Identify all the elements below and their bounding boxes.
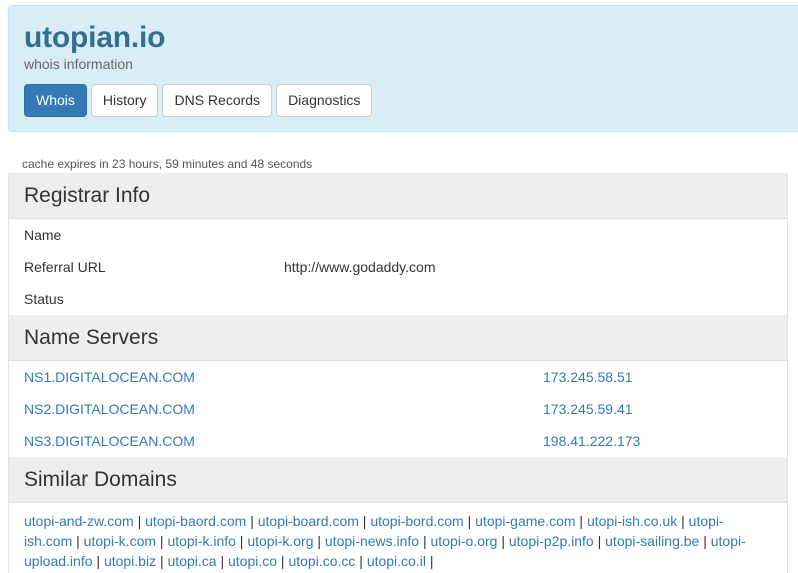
registrar-key: Status [24, 291, 64, 307]
similar-domain-link[interactable]: utopi.co [228, 553, 277, 569]
name-server-row: NS3.DIGITALOCEAN.COM 198.41.222.173 [9, 425, 787, 457]
tab-whois[interactable]: Whois [24, 84, 87, 117]
header-panel: utopian.io whois information Whois Histo… [8, 5, 798, 132]
separator: | [425, 553, 434, 569]
similar-domain-link[interactable]: utopi.co.cc [288, 553, 355, 569]
separator: | [575, 513, 587, 529]
registrar-row-name: Name [9, 219, 787, 251]
similar-domain-link[interactable]: utopi-game.com [475, 513, 575, 529]
separator: | [593, 533, 606, 549]
name-server-ip-link[interactable]: 198.41.222.173 [543, 425, 640, 457]
cache-expiry-text: cache expires in 23 hours, 59 minutes an… [22, 157, 313, 171]
name-server-ip-link[interactable]: 173.245.58.51 [543, 361, 633, 393]
separator: | [277, 553, 289, 569]
name-server-ip-link[interactable]: 173.245.59.41 [543, 393, 633, 425]
tab-diagnostics[interactable]: Diagnostics [276, 84, 373, 117]
site-subtitle: whois information [24, 56, 133, 72]
similar-domain-link[interactable]: utopi-o.org [431, 533, 498, 549]
name-server-link[interactable]: NS2.DIGITALOCEAN.COM [24, 393, 195, 425]
similar-domains-heading: Similar Domains [9, 457, 787, 503]
separator: | [313, 533, 325, 549]
name-server-link[interactable]: NS1.DIGITALOCEAN.COM [24, 361, 195, 393]
separator: | [156, 533, 168, 549]
similar-domain-link[interactable]: utopi.co.il [367, 553, 426, 569]
similar-domain-link[interactable]: utopi-p2p.info [509, 533, 594, 549]
similar-domain-link[interactable]: utopi-and-zw.com [24, 513, 134, 529]
separator: | [92, 553, 104, 569]
registrar-row-referral-url: Referral URL http://www.godaddy.com [9, 251, 787, 283]
separator: | [677, 513, 689, 529]
similar-domain-link[interactable]: utopi-bord.com [370, 513, 463, 529]
registrar-info-heading: Registrar Info [9, 173, 787, 219]
separator: | [235, 533, 248, 549]
whois-panel: Registrar Info Name Referral URL http://… [8, 173, 788, 573]
tab-dns-records[interactable]: DNS Records [162, 84, 273, 117]
separator: | [72, 533, 84, 549]
similar-domain-link[interactable]: utopi-k.info [167, 533, 235, 549]
registrar-row-status: Status [9, 283, 787, 315]
registrar-info-list: Name Referral URL http://www.godaddy.com… [9, 219, 787, 315]
similar-domain-link[interactable]: utopi-baord.com [145, 513, 246, 529]
separator: | [246, 513, 258, 529]
similar-domains-list: utopi-and-zw.com | utopi-baord.com | uto… [9, 503, 787, 571]
registrar-value: http://www.godaddy.com [284, 259, 436, 275]
separator: | [355, 553, 367, 569]
similar-domain-link[interactable]: utopi-board.com [258, 513, 359, 529]
similar-domain-link[interactable]: utopi.biz [104, 553, 156, 569]
tab-history[interactable]: History [90, 84, 159, 117]
site-title: utopian.io [24, 21, 166, 54]
similar-domain-link[interactable]: utopi-k.com [84, 533, 156, 549]
separator: | [699, 533, 711, 549]
name-servers-list: NS1.DIGITALOCEAN.COM 173.245.58.51 NS2.D… [9, 361, 787, 457]
name-servers-heading: Name Servers [9, 315, 787, 361]
similar-domain-link[interactable]: utopi.ca [168, 553, 217, 569]
separator: | [358, 513, 371, 529]
separator: | [463, 513, 476, 529]
registrar-key: Referral URL [24, 259, 106, 275]
tab-bar: Whois History DNS Records Diagnostics [24, 84, 376, 117]
separator: | [497, 533, 509, 549]
name-server-row: NS1.DIGITALOCEAN.COM 173.245.58.51 [9, 361, 787, 393]
separator: | [216, 553, 228, 569]
name-server-link[interactable]: NS3.DIGITALOCEAN.COM [24, 425, 195, 457]
name-server-row: NS2.DIGITALOCEAN.COM 173.245.59.41 [9, 393, 787, 425]
similar-domain-link[interactable]: utopi-news.info [325, 533, 419, 549]
separator: | [419, 533, 431, 549]
separator: | [133, 513, 146, 529]
similar-domain-link[interactable]: utopi-k.org [247, 533, 313, 549]
similar-domain-link[interactable]: utopi-sailing.be [605, 533, 699, 549]
similar-domain-link[interactable]: utopi-ish.co.uk [587, 513, 677, 529]
separator: | [156, 553, 168, 569]
registrar-key: Name [24, 227, 62, 243]
